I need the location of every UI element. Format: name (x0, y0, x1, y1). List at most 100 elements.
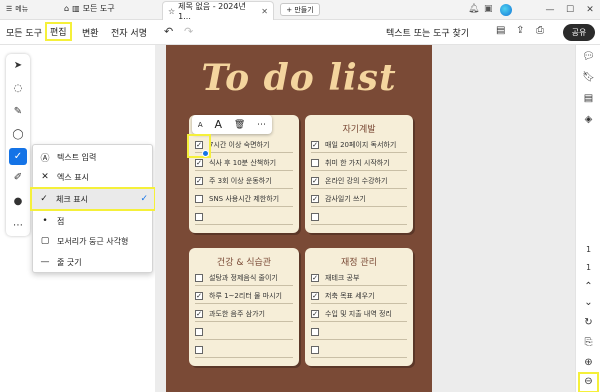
decrease-size-button[interactable]: A (198, 121, 203, 129)
todo-row: ✓ 수입 및 지출 내역 정리 (311, 306, 407, 322)
checkbox[interactable] (195, 212, 203, 221)
checkbox[interactable]: ✓ (311, 309, 319, 318)
rounded-rect-icon: ▢ (40, 236, 50, 246)
more-options-icon[interactable]: ⋯ (257, 120, 266, 130)
save-disk-icon[interactable]: ▤ (496, 25, 505, 36)
todo-row: ✓ 저축 목표 세우기 (311, 288, 407, 304)
color-dot-icon[interactable]: ● (6, 196, 30, 207)
zoom-in-icon[interactable]: ⊕ (576, 357, 600, 368)
toolbar-item-all-tools[interactable]: 모든 도구 (6, 26, 42, 39)
checkbox[interactable]: ✓ (311, 273, 319, 282)
page-down-icon[interactable]: ⌄ (576, 297, 600, 308)
checkbox[interactable] (195, 345, 203, 354)
document-canvas: To do list ✓ 7시간 이상 숙면하기 ✓ 식사 후 10분 산책하기 ✓… (155, 45, 575, 392)
todo-row: 취미 한 가지 시작하기 (311, 155, 407, 171)
checkbox[interactable]: ✓ (195, 309, 203, 318)
avatar[interactable] (500, 4, 512, 16)
card-title: 자기계발 (342, 125, 376, 135)
close-icon[interactable]: ✕ (261, 7, 268, 16)
todo-card-diet: 건강 & 식습관 설탕과 정제음식 줄이기 ✓ 하루 1~2리터 물 마시기 ✓ 과… (189, 248, 299, 366)
menu-item-label: 줄 긋기 (57, 257, 82, 267)
document-tab[interactable]: ☆ 제목 없음 - 2024년 1... ✕ (162, 1, 274, 21)
tools-icon: ▥ (72, 4, 80, 13)
upload-icon[interactable]: ⇪ (516, 25, 524, 36)
layers-icon[interactable]: ◈ (576, 114, 600, 125)
todo-row: 설탕과 정제음식 줄이기 (195, 270, 293, 286)
menu-item-text-input[interactable]: Ⓐ 텍스트 입력 (33, 147, 152, 167)
document-tab-label: 제목 없음 - 2024년 1... (178, 2, 246, 21)
share-button[interactable]: 공유 (563, 24, 595, 41)
menu-item-check-mark[interactable]: ✓ 체크 표시 ✓ (30, 187, 156, 211)
checkbox[interactable]: ✓ (195, 176, 203, 185)
checkbox[interactable]: ✓ (195, 158, 203, 167)
toolbar-item-e-sign[interactable]: 전자 서명 (111, 26, 147, 39)
menu-item-label: 점 (57, 216, 65, 226)
toolbar-item-edit[interactable]: 편집 (45, 22, 72, 41)
find-text-button[interactable]: 텍스트 또는 도구 찾기 (386, 26, 469, 39)
save-icon[interactable]: ▣ (484, 4, 493, 14)
checkbox[interactable]: ✓ (311, 291, 319, 300)
todo-row: ✓ 과도한 음주 삼가기 (195, 306, 293, 322)
tools-tab[interactable]: ⌂ ▥ 모든 도구 (64, 3, 115, 14)
checkbox[interactable] (311, 345, 319, 354)
star-icon[interactable]: ☆ (168, 7, 175, 16)
menu-item-dot[interactable]: • 점 (33, 211, 152, 231)
menu-item-strikeline[interactable]: — 줄 긋기 (33, 252, 152, 272)
print-icon[interactable]: ⎙ (536, 25, 544, 36)
page-up-icon[interactable]: ⌃ (576, 281, 600, 292)
check-tool-icon[interactable]: ✓ (9, 148, 27, 165)
comment-panel-icon[interactable]: 💬︎ (576, 51, 600, 62)
more-icon[interactable]: ⋯ (6, 220, 30, 231)
tools-tab-label: 모든 도구 (82, 4, 115, 13)
select-arrow-icon[interactable]: ➤ (6, 60, 30, 71)
bookmark-icon[interactable]: 🔖︎ (576, 72, 600, 83)
resize-handle[interactable] (202, 150, 209, 157)
menu-item-cross-mark[interactable]: ✕ 엑스 표시 (33, 167, 152, 187)
home-icon: ⌂ (64, 4, 70, 13)
todo-row (195, 342, 293, 358)
maximize-icon[interactable]: ☐ (560, 5, 580, 15)
pages-icon[interactable]: ▤ (576, 93, 600, 104)
text-box-icon: Ⓐ (40, 153, 50, 164)
refresh-icon[interactable]: ↻ (576, 317, 600, 328)
cross-mark-icon: ✕ (41, 172, 49, 182)
fill-icon[interactable]: ✐ (6, 172, 30, 183)
checkbox[interactable] (311, 327, 319, 336)
todo-row: ✓ 온라인 강의 수강하기 (311, 173, 407, 189)
save-page-icon[interactable]: ⎘ (576, 337, 600, 348)
increase-size-button[interactable]: A (214, 118, 222, 131)
undo-icon[interactable]: ↶ (164, 25, 173, 38)
checkbox[interactable] (311, 212, 319, 221)
menu-item-label: 모서리가 둥근 사각형 (57, 236, 129, 246)
todo-card-finance: 재정 관리 ✓ 재테크 공부 ✓ 저축 목표 세우기 ✓ 수입 및 지출 내역 정리 (305, 248, 413, 366)
comment-icon[interactable]: ◌ (6, 83, 30, 94)
todo-card-self-dev: 자기계발 ✓ 매일 20페이지 독서하기 취미 한 가지 시작하기 ✓ 온라인 강의… (305, 115, 413, 233)
checkbox[interactable]: ✓ (311, 194, 319, 203)
minimize-icon[interactable]: — (540, 5, 560, 15)
window-close-icon[interactable]: ✕ (580, 5, 600, 15)
checkbox[interactable]: ✓ (311, 140, 319, 149)
pen-icon[interactable]: ✎ (6, 106, 30, 117)
bell-icon[interactable]: 🔔︎ (468, 4, 479, 14)
todo-row (311, 209, 407, 225)
toolbar-item-convert[interactable]: 변환 (82, 26, 99, 39)
lasso-icon[interactable]: ◯ (6, 129, 30, 140)
page-current: 1 (585, 245, 592, 254)
checkbox[interactable] (311, 158, 319, 167)
trash-icon[interactable]: 🗑︎ (234, 120, 245, 130)
checkbox[interactable] (195, 273, 203, 282)
selected-check-icon: ✓ (140, 194, 148, 204)
document-page[interactable]: To do list ✓ 7시간 이상 숙면하기 ✓ 식사 후 10분 산책하기 ✓… (166, 45, 432, 392)
checkbox[interactable]: ✓ (195, 291, 203, 300)
new-tab-button[interactable]: + 만들기 (280, 3, 320, 16)
checkbox[interactable] (195, 327, 203, 336)
page-total: 1 (585, 263, 592, 272)
menu-item-rounded-rect[interactable]: ▢ 모서리가 둥근 사각형 (33, 231, 152, 251)
redo-icon[interactable]: ↷ (184, 25, 193, 38)
checkbox[interactable]: ✓ (311, 176, 319, 185)
todo-row: ✓ 식사 후 10분 산책하기 (195, 155, 293, 171)
menu-button[interactable]: ☰ 메뉴 (6, 4, 28, 14)
checkbox[interactable] (195, 194, 203, 203)
strikeline-icon: — (40, 257, 50, 267)
todo-row: SNS 사용시간 제한하기 (195, 191, 293, 207)
